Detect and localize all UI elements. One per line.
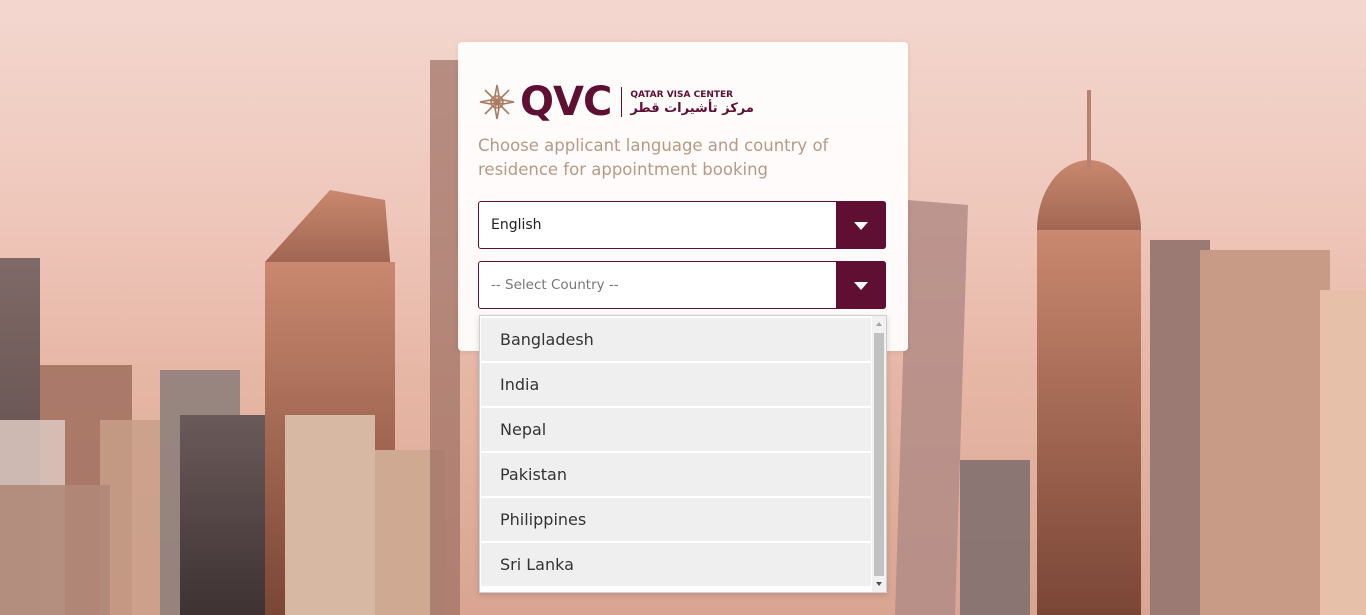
country-options: Bangladesh India Nepal Pakistan Philippi… xyxy=(481,318,871,588)
country-option-bangladesh[interactable]: Bangladesh xyxy=(481,318,871,361)
country-dropdown-list[interactable]: Bangladesh India Nepal Pakistan Philippi… xyxy=(479,315,887,593)
country-select[interactable]: -- Select Country -- xyxy=(478,261,886,309)
logo-name-english: QATAR VISA CENTER xyxy=(630,90,734,100)
country-option-pakistan[interactable]: Pakistan xyxy=(481,453,871,496)
language-select-toggle[interactable] xyxy=(836,201,886,249)
country-option-nepal[interactable]: Nepal xyxy=(481,408,871,451)
caret-down-icon xyxy=(854,222,868,230)
instruction-text: Choose applicant language and country of… xyxy=(478,136,829,179)
language-select-value: English xyxy=(491,217,542,233)
logo-divider xyxy=(621,87,623,117)
scroll-down-icon[interactable] xyxy=(876,582,882,586)
scroll-up-icon[interactable] xyxy=(876,322,882,326)
country-select-placeholder: -- Select Country -- xyxy=(491,277,619,293)
caret-down-icon xyxy=(854,282,868,290)
country-select-toggle[interactable] xyxy=(836,261,886,309)
qvc-logo: QVC QATAR VISA CENTER مركز تأشيرات قطر xyxy=(478,80,754,124)
country-option-india[interactable]: India xyxy=(481,363,871,406)
logo-text: QVC xyxy=(520,79,612,125)
logo-name-arabic: مركز تأشيرات قطر xyxy=(630,101,754,116)
scrollbar-thumb[interactable] xyxy=(874,333,884,576)
country-option-sri-lanka[interactable]: Sri Lanka xyxy=(481,543,871,586)
country-option-philippines[interactable]: Philippines xyxy=(481,498,871,541)
language-select[interactable]: English xyxy=(478,201,886,249)
star-emblem-icon xyxy=(479,84,515,120)
dropdown-scrollbar[interactable] xyxy=(872,316,886,592)
booking-card: QVC QATAR VISA CENTER مركز تأشيرات قطر C… xyxy=(458,42,908,351)
